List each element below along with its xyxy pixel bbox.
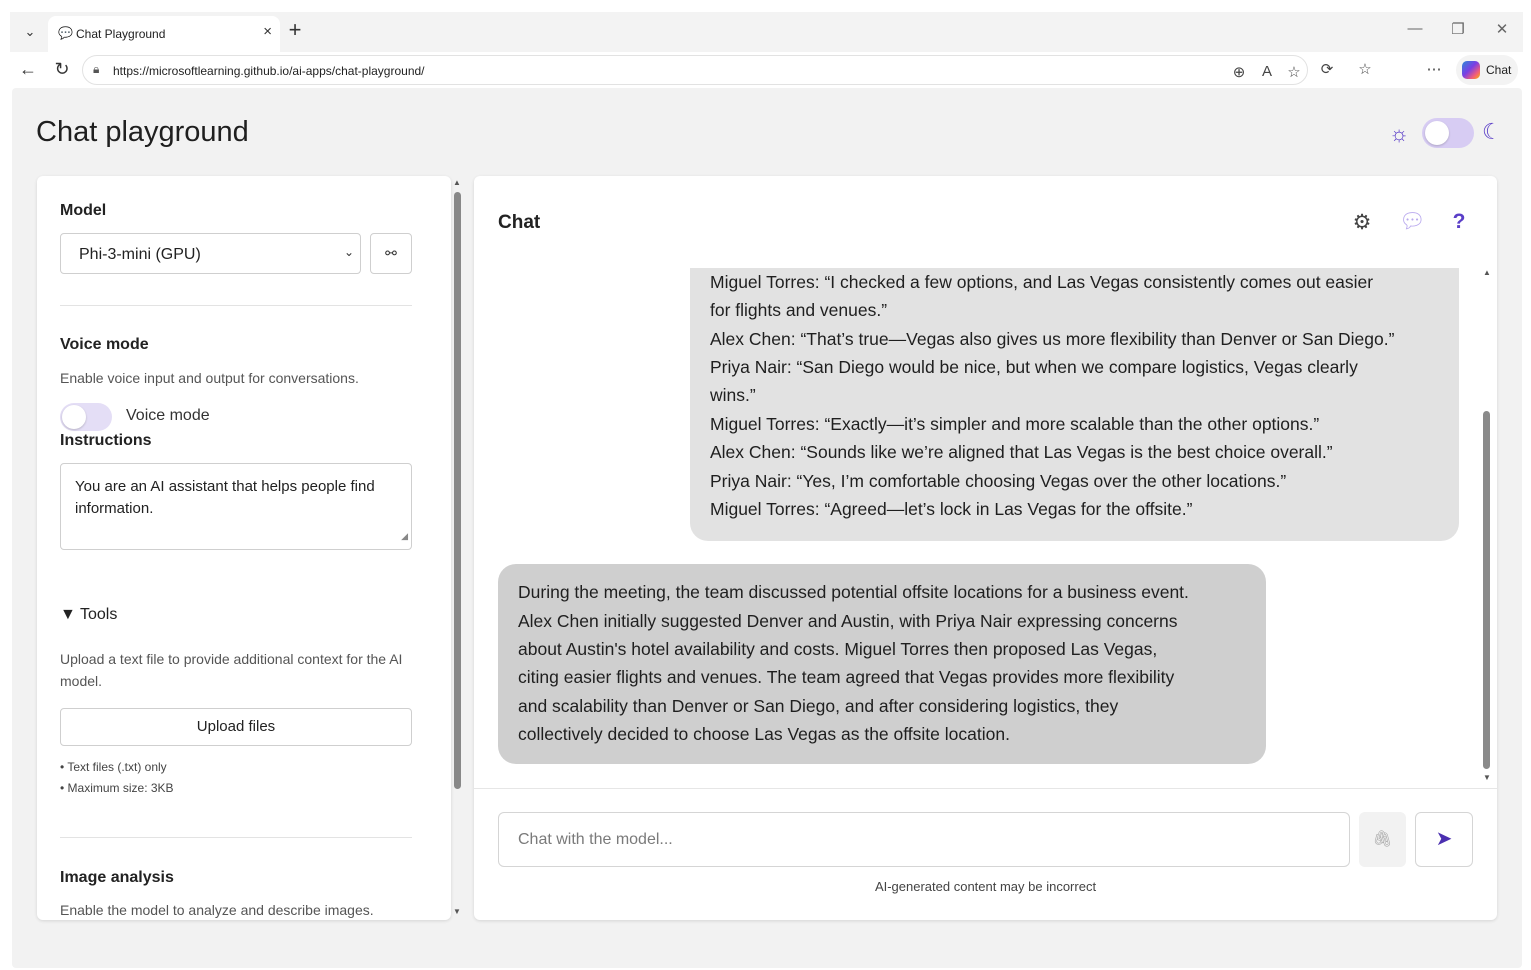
paperclip-icon: 🖇︎ (1372, 831, 1393, 848)
scroll-up-icon[interactable]: ▲ (1483, 268, 1491, 277)
voice-mode-toggle-label: Voice mode (126, 407, 210, 424)
chat-title: Chat (498, 212, 541, 233)
user-message-line: Miguel Torres: “Exactly—it’s simpler and… (710, 414, 1320, 434)
instructions-text: You are an AI assistant that helps peopl… (75, 478, 375, 517)
settings-panel: Model Phi-3-mini (GPU) ⌄ ⚯ Voice mode En… (37, 176, 451, 920)
site-info-lock-icon[interactable]: 🔒︎ (93, 62, 99, 77)
user-message: Miguel Torres: “I checked a few options,… (690, 268, 1459, 541)
settings-scrollbar[interactable]: ▲ ▼ (451, 176, 463, 920)
user-message-line: Priya Nair: “Yes, I’m comfortable choosi… (710, 471, 1287, 491)
user-message-line: Miguel Torres: “I checked a few options,… (710, 272, 1374, 292)
voice-mode-toggle[interactable] (60, 403, 112, 431)
assistant-message: During the meeting, the team discussed p… (498, 564, 1266, 764)
user-message-line: Priya Nair: “San Diego would be nice, bu… (710, 357, 1358, 377)
refresh-icon[interactable]: ↻ (50, 58, 74, 82)
chat-input-placeholder: Chat with the model... (518, 831, 673, 848)
model-select[interactable]: Phi-3-mini (GPU) ⌄ (60, 233, 361, 274)
url-text: https://microsoftlearning.github.io/ai-a… (113, 64, 425, 78)
assistant-message-line: about Austin's hotel availability and co… (518, 639, 1158, 659)
model-settings-button[interactable]: ⚯ (370, 233, 412, 274)
user-message-line: Alex Chen: “That’s true—Vegas also gives… (710, 329, 1395, 349)
user-message-line: wins.” (710, 385, 756, 405)
copilot-label: Chat (1486, 63, 1512, 77)
address-bar[interactable]: 🔒︎ https://microsoftlearning.github.io/a… (82, 55, 1308, 85)
user-message-line: for flights and venues.” (710, 300, 888, 320)
assistant-message-line: Alex Chen initially suggested Denver and… (518, 611, 1178, 631)
divider (474, 788, 1497, 789)
page-title: Chat playground (36, 116, 249, 148)
zoom-icon[interactable]: ⊕ (1229, 63, 1249, 81)
scroll-down-icon[interactable]: ▼ (453, 907, 461, 916)
voice-mode-description: Enable voice input and output for conver… (60, 370, 359, 386)
divider (60, 305, 412, 306)
tab-strip: ⌄ 💬 Chat Playground × + — ❐ ✕ (10, 12, 1523, 52)
address-bar-row: ← ↻ 🔒︎ https://microsoftlearning.github.… (10, 52, 1523, 88)
assistant-message-line: and scalability than Denver or San Diego… (518, 696, 1119, 716)
file-size-note: • Maximum size: 3KB (60, 781, 174, 795)
favorite-star-icon[interactable]: ☆ (1284, 63, 1304, 81)
divider (60, 837, 412, 838)
favorites-icon[interactable]: ☆ (1355, 60, 1375, 78)
tab-close-icon[interactable]: × (263, 23, 272, 40)
window-close-icon[interactable]: ✕ (1492, 20, 1512, 38)
minimize-icon[interactable]: — (1405, 20, 1425, 37)
restore-icon[interactable]: ❐ (1448, 20, 1468, 38)
scrollbar-thumb[interactable] (454, 192, 461, 789)
chat-input[interactable]: Chat with the model... (498, 812, 1350, 867)
image-analysis-heading: Image analysis (60, 869, 174, 886)
help-question-icon[interactable]: ? (1446, 210, 1472, 234)
sun-icon: ☼ (1389, 121, 1410, 146)
browser-tab[interactable]: 💬 Chat Playground × (48, 16, 280, 52)
model-label: Model (60, 202, 107, 219)
extensions-icon[interactable]: ⟳ (1317, 60, 1337, 78)
page-content: Chat playground ☼ ☾ Model Phi-3-mini (GP… (12, 88, 1522, 968)
chat-bubble-favicon-icon: 💬 (58, 26, 73, 40)
new-tab-button[interactable]: + (282, 18, 308, 44)
voice-toggle-knob (62, 405, 86, 429)
assistant-message-line: citing easier flights and venues. The te… (518, 667, 1175, 687)
back-arrow-icon[interactable]: ← (16, 58, 40, 82)
tab-list-chevron-icon[interactable]: ⌄ (18, 20, 42, 44)
user-message-line: Miguel Torres: “Agreed—let’s lock in Las… (710, 499, 1193, 519)
send-button[interactable]: ➤ (1415, 812, 1473, 867)
more-options-icon[interactable]: ⋯ (1424, 60, 1444, 78)
speech-bubble-icon[interactable]: 💬︎ (1399, 210, 1426, 234)
assistant-message-line: During the meeting, the team discussed p… (518, 582, 1189, 602)
voice-mode-heading: Voice mode (60, 336, 149, 353)
attach-image-button[interactable]: 🖇︎ (1359, 812, 1406, 867)
copilot-chat-button[interactable]: Chat (1456, 55, 1518, 85)
send-arrow-icon: ➤ (1435, 828, 1453, 850)
image-analysis-description: Enable the model to analyze and describe… (60, 902, 374, 918)
user-message-line: Alex Chen: “Sounds like we’re aligned th… (710, 442, 1333, 462)
theme-toggle-knob (1425, 121, 1449, 145)
scroll-down-icon[interactable]: ▼ (1483, 773, 1491, 782)
assistant-message-line: collectively decided to choose Las Vegas… (518, 724, 1010, 744)
file-type-note: • Text files (.txt) only (60, 760, 167, 774)
unlink-icon: ⚯ (385, 245, 397, 261)
scroll-up-icon[interactable]: ▲ (453, 178, 461, 187)
upload-files-button[interactable]: Upload files (60, 708, 412, 746)
tools-disclosure[interactable]: ▼ Tools (60, 606, 117, 624)
read-aloud-icon[interactable]: A (1257, 63, 1277, 80)
scrollbar-thumb[interactable] (1483, 411, 1490, 769)
tab-title: Chat Playground (76, 27, 166, 41)
resize-grip-icon[interactable]: ◢ (401, 525, 408, 547)
chat-panel: Chat ⚙ 💬︎ ? Miguel Torres: “I checked a … (474, 176, 1497, 920)
browser-window: ⌄ 💬 Chat Playground × + — ❐ ✕ ← ↻ 🔒︎ htt… (0, 0, 1531, 970)
chevron-down-icon: ⌄ (343, 245, 354, 259)
copilot-logo-icon (1462, 61, 1480, 79)
chat-scrollbar[interactable]: ▲ ▼ (1481, 268, 1493, 782)
instructions-label: Instructions (60, 432, 152, 449)
model-selected-value: Phi-3-mini (GPU) (79, 246, 201, 263)
moon-icon: ☾ (1482, 119, 1502, 144)
instructions-textarea[interactable]: You are an AI assistant that helps peopl… (60, 463, 412, 550)
gear-icon[interactable]: ⚙ (1349, 210, 1375, 235)
ai-disclaimer: AI-generated content may be incorrect (874, 879, 1097, 894)
message-list[interactable]: Miguel Torres: “I checked a few options,… (474, 268, 1497, 788)
theme-toggle[interactable] (1422, 118, 1474, 148)
tools-description: Upload a text file to provide additional… (60, 651, 403, 689)
